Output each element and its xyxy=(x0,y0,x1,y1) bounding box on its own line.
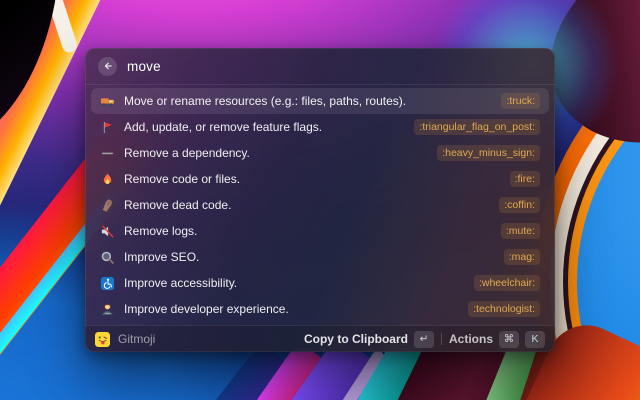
results-list: Move or rename resources (e.g.: files, p… xyxy=(85,85,555,322)
list-item[interactable]: Improve accessibility. :wheelchair: xyxy=(91,270,549,296)
list-item[interactable]: Improve SEO. :mag: xyxy=(91,244,549,270)
search-input[interactable]: move xyxy=(127,59,161,74)
gitmoji-logo-icon xyxy=(95,332,110,347)
list-item-label: Improve SEO. xyxy=(124,250,495,264)
list-item[interactable]: Improve developer experience. :technologi… xyxy=(91,296,549,322)
list-item-label: Remove code or files. xyxy=(124,172,501,186)
return-key-icon: ↵ xyxy=(414,331,434,348)
actions-button[interactable]: Actions ⌘ K xyxy=(449,331,545,348)
truck-icon xyxy=(100,94,115,109)
wheelchair-icon xyxy=(100,276,115,291)
actions-label: Actions xyxy=(449,332,493,346)
copy-to-clipboard-label: Copy to Clipboard xyxy=(304,332,408,346)
mag-icon xyxy=(100,250,115,265)
gitmoji-code-tag: :mag: xyxy=(504,249,540,265)
gitmoji-code-tag: :coffin: xyxy=(499,197,540,213)
fire-icon xyxy=(100,172,115,187)
gitmoji-code-tag: :wheelchair: xyxy=(474,275,540,291)
footer-divider xyxy=(441,333,442,345)
command-palette-window: move Move or rename resources (e.g.: fil… xyxy=(85,48,555,352)
list-item-label: Improve developer experience. xyxy=(124,302,459,316)
command-key-icon: ⌘ xyxy=(499,331,519,348)
list-item[interactable]: Add, update, or remove feature flags. :tr… xyxy=(91,114,549,140)
back-button[interactable] xyxy=(98,57,117,76)
mute-icon xyxy=(100,224,115,239)
gitmoji-code-tag: :truck: xyxy=(501,93,540,109)
list-item[interactable]: Remove a dependency. :heavy_minus_sign: xyxy=(91,140,549,166)
gitmoji-code-tag: :heavy_minus_sign: xyxy=(437,145,540,161)
list-item[interactable]: Remove dead code. :coffin: xyxy=(91,192,549,218)
list-item-label: Remove logs. xyxy=(124,224,492,238)
list-item-label: Move or rename resources (e.g.: files, p… xyxy=(124,94,492,108)
list-item-label: Remove a dependency. xyxy=(124,146,428,160)
coffin-icon xyxy=(100,198,115,213)
list-item-label: Add, update, or remove feature flags. xyxy=(124,120,405,134)
list-item[interactable]: Remove logs. :mute: xyxy=(91,218,549,244)
gitmoji-code-tag: :mute: xyxy=(501,223,540,239)
list-item[interactable]: Move or rename resources (e.g.: files, p… xyxy=(91,88,549,114)
k-key-icon: K xyxy=(525,331,545,348)
arrow-left-icon xyxy=(102,60,114,72)
search-bar: move xyxy=(85,48,555,85)
copy-to-clipboard-button[interactable]: Copy to Clipboard ↵ xyxy=(304,331,434,348)
app-name: Gitmoji xyxy=(118,332,155,346)
triangular-flag-icon xyxy=(100,120,115,135)
gitmoji-code-tag: :technologist: xyxy=(468,301,540,317)
list-item-label: Remove dead code. xyxy=(124,198,490,212)
list-item-label: Improve accessibility. xyxy=(124,276,465,290)
gitmoji-code-tag: :triangular_flag_on_post: xyxy=(414,119,540,135)
technologist-icon xyxy=(100,302,115,317)
status-bar: Gitmoji Copy to Clipboard ↵ Actions ⌘ K xyxy=(85,325,555,352)
list-item[interactable]: Remove code or files. :fire: xyxy=(91,166,549,192)
heavy-minus-icon xyxy=(100,146,115,161)
gitmoji-code-tag: :fire: xyxy=(510,171,540,187)
